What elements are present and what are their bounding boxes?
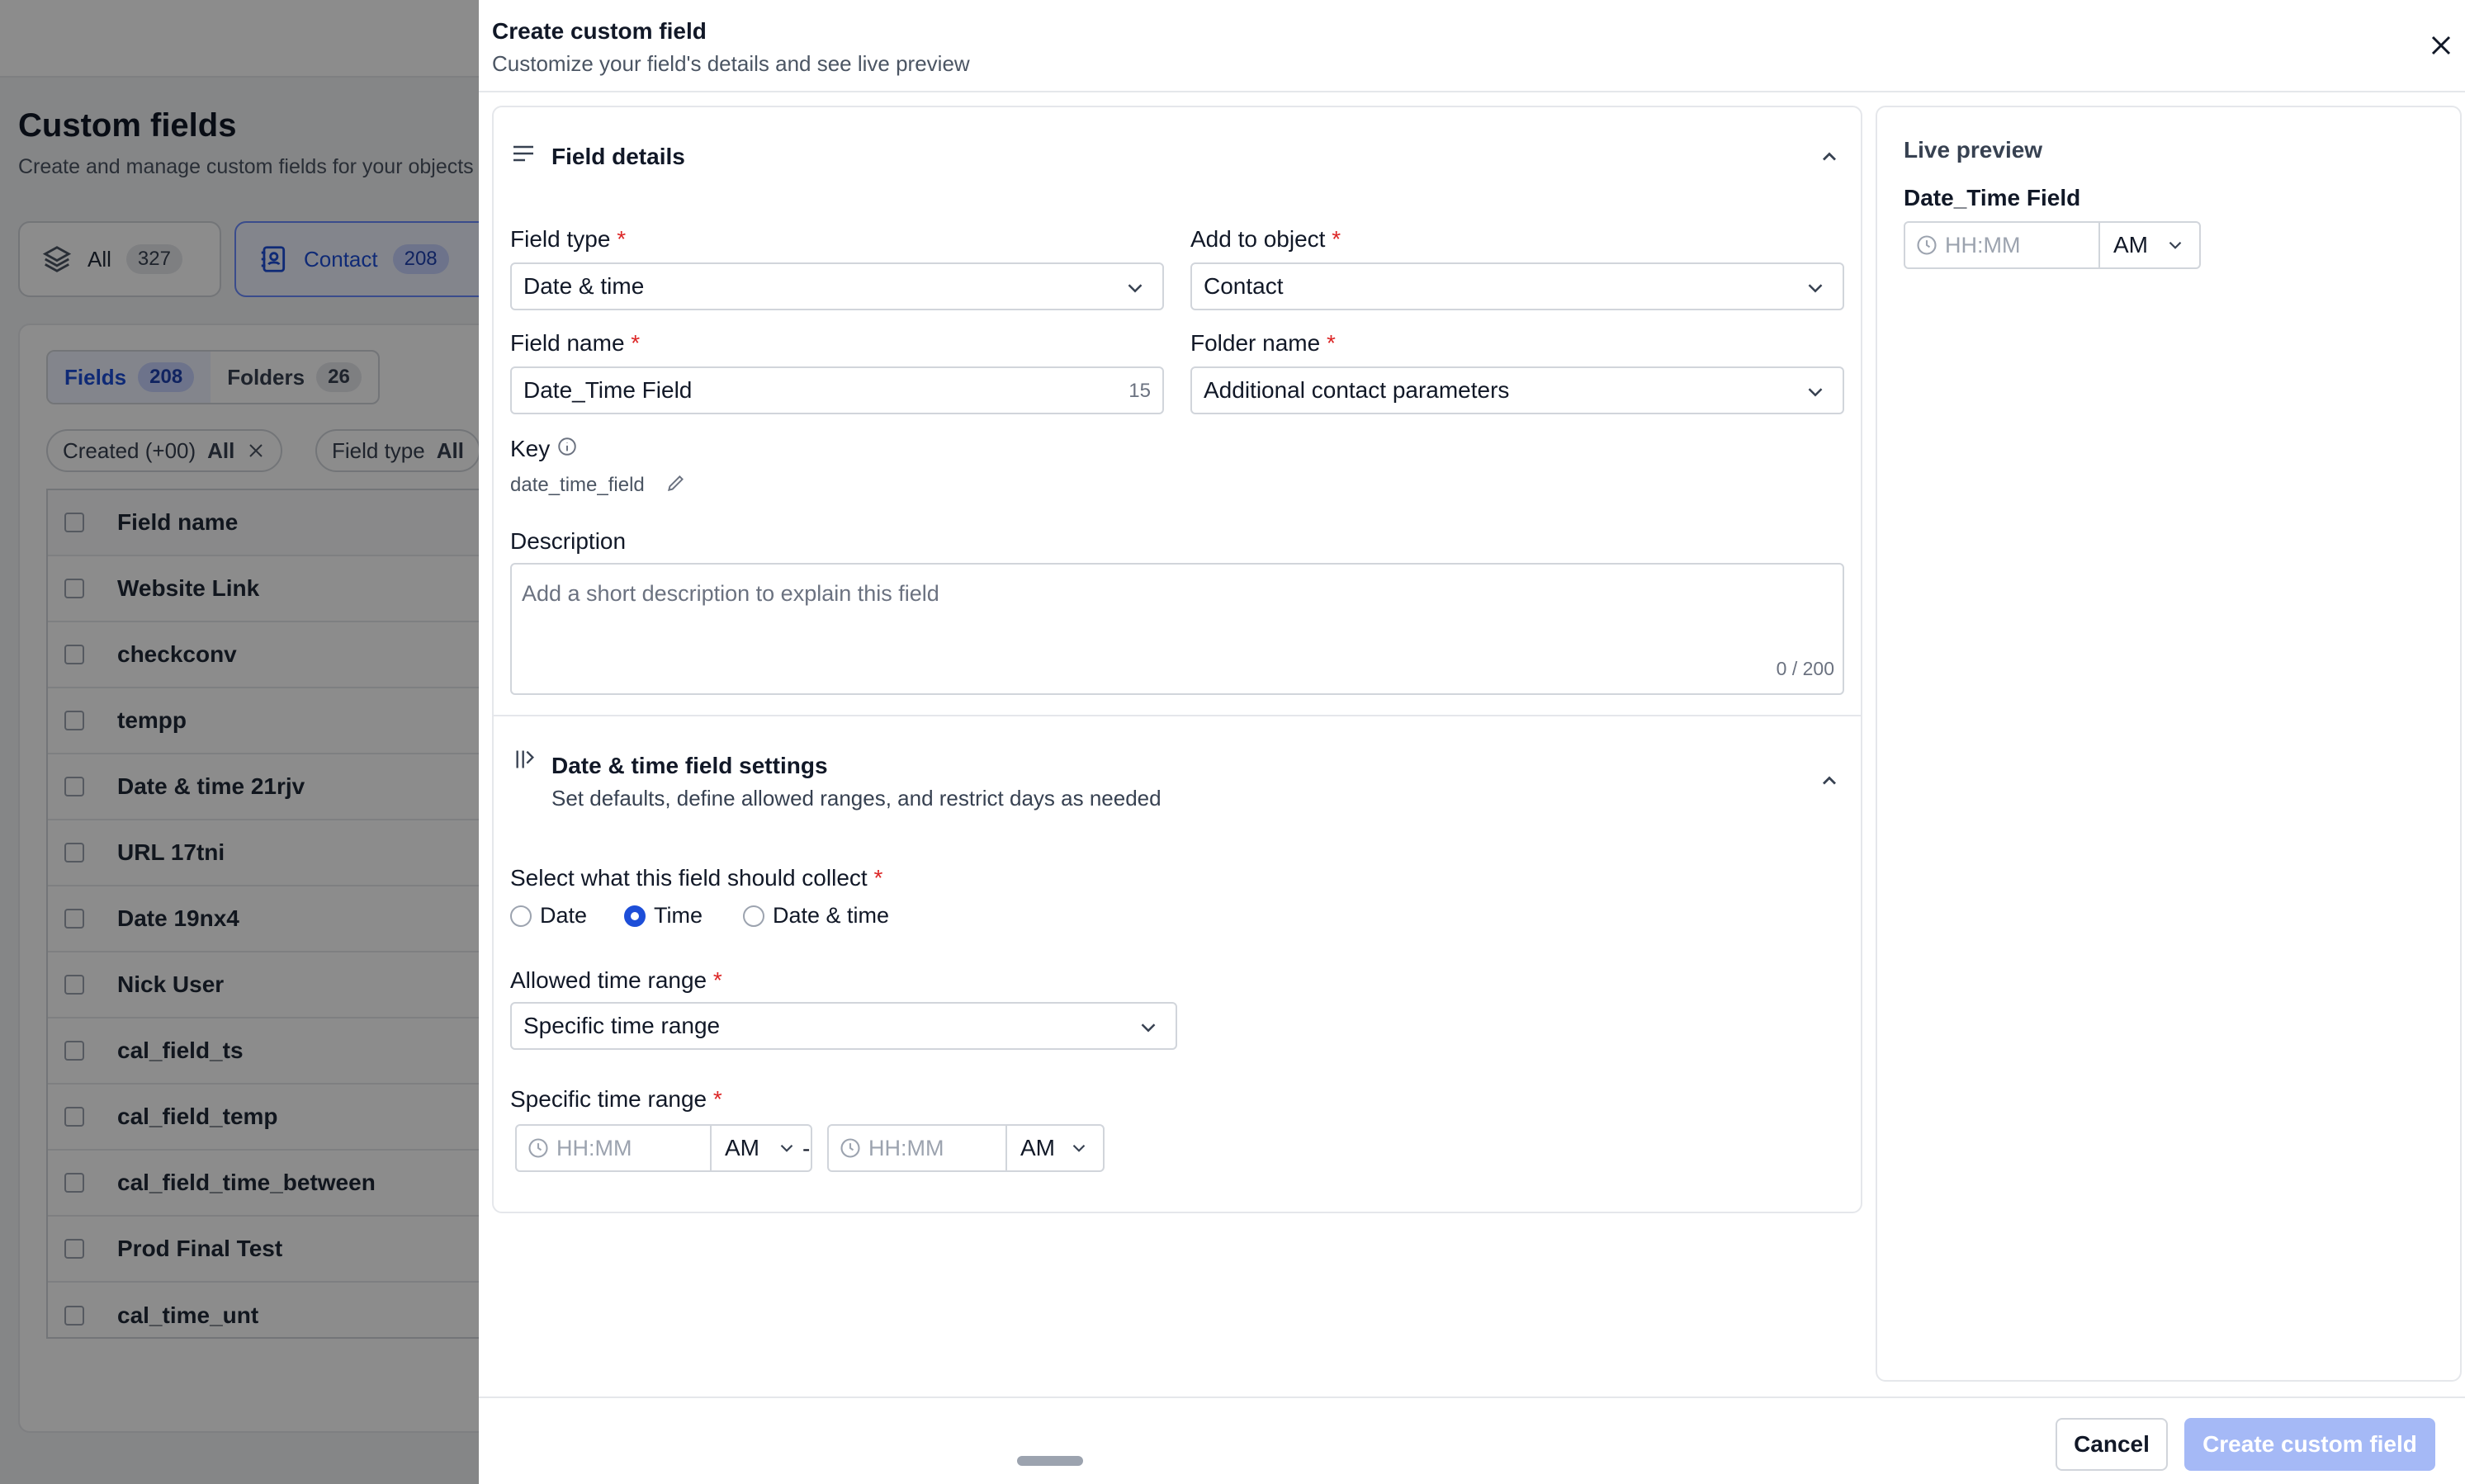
time-placeholder: HH:MM <box>1945 232 2021 258</box>
field-name-label: Field name * <box>510 330 641 356</box>
create-field-drawer: Create custom field Customize your field… <box>479 0 2465 1484</box>
field-name-input[interactable]: Date_Time Field 15 <box>510 366 1164 414</box>
description-placeholder: Add a short description to explain this … <box>522 581 939 606</box>
radio-time[interactable]: Time <box>624 903 703 929</box>
radio-label: Date <box>540 903 588 928</box>
folder-name-select[interactable]: Additional contact parameters <box>1190 366 1844 414</box>
live-preview-panel <box>1876 106 2462 1382</box>
chevron-down-icon <box>780 1144 793 1152</box>
end-ampm-select[interactable]: AM <box>1007 1126 1103 1170</box>
preview-ampm-select[interactable]: AM <box>2100 223 2199 267</box>
modal-backdrop[interactable] <box>0 0 479 1484</box>
radio-button[interactable] <box>743 905 764 927</box>
add-to-object-value: Contact <box>1204 273 1284 299</box>
radio-date[interactable]: Date <box>510 903 587 929</box>
folder-name-value: Additional contact parameters <box>1204 377 1510 403</box>
description-textarea[interactable]: Add a short description to explain this … <box>510 563 1844 695</box>
character-count: 15 <box>1128 380 1151 402</box>
live-preview-heading: Live preview <box>1904 137 2043 163</box>
allowed-range-value: Specific time range <box>523 1013 721 1038</box>
preview-time-input[interactable]: HH:MM <box>1905 223 2100 267</box>
text-lines-icon <box>513 145 533 162</box>
range-separator: - <box>802 1136 811 1161</box>
close-icon[interactable] <box>2429 33 2453 58</box>
radio-label: Date & time <box>773 903 890 928</box>
ampm-value: AM <box>2113 232 2148 258</box>
chevron-down-icon <box>1808 284 1823 293</box>
clock-icon <box>1917 235 1937 255</box>
header-divider <box>479 91 2465 92</box>
ampm-value: AM <box>1020 1135 1055 1160</box>
allowed-range-label: Allowed time range * <box>510 967 722 993</box>
add-to-object-label: Add to object * <box>1190 226 1341 252</box>
clock-icon <box>840 1138 860 1158</box>
description-label: Description <box>510 528 627 554</box>
chevron-up-icon[interactable] <box>1818 769 1841 792</box>
info-icon[interactable] <box>556 436 578 457</box>
folder-name-label: Folder name * <box>1190 330 1336 356</box>
settings-heading: Date & time field settings <box>551 753 828 778</box>
settings-subheading: Set defaults, define allowed ranges, and… <box>551 786 1162 811</box>
chevron-down-icon <box>2169 241 2182 249</box>
radio-date-and-time[interactable]: Date & time <box>743 903 889 929</box>
start-ampm-select[interactable]: AM <box>712 1126 811 1170</box>
ampm-value: AM <box>725 1135 759 1160</box>
field-type-select[interactable]: Date & time <box>510 262 1164 310</box>
chevron-down-icon <box>1141 1023 1156 1033</box>
end-time-picker[interactable]: HH:MM AM <box>827 1124 1105 1172</box>
collect-label: Select what this field should collect * <box>510 865 883 891</box>
chevron-down-icon <box>1808 388 1823 397</box>
drawer-subtitle: Customize your field's details and see l… <box>492 51 970 76</box>
time-placeholder: HH:MM <box>556 1135 632 1160</box>
chevron-down-icon <box>1128 284 1143 293</box>
key-label: Key <box>510 436 551 461</box>
add-to-object-select[interactable]: Contact <box>1190 262 1844 310</box>
preview-time-picker[interactable]: HH:MM AM <box>1904 221 2201 269</box>
resize-handle[interactable] <box>1017 1456 1083 1466</box>
end-time-input[interactable]: HH:MM <box>829 1126 1007 1170</box>
create-custom-field-button[interactable]: Create custom field <box>2184 1418 2435 1471</box>
field-name-value: Date_Time Field <box>523 377 693 403</box>
specific-range-label: Specific time range * <box>510 1086 722 1112</box>
radio-label: Time <box>654 903 703 928</box>
field-type-label: Field type * <box>510 226 627 252</box>
section-divider <box>494 715 1861 716</box>
character-count: 0 / 200 <box>1776 658 1834 679</box>
preview-field-label: Date_Time Field <box>1904 185 2081 210</box>
radio-button[interactable] <box>624 905 646 927</box>
start-time-picker[interactable]: HH:MM AM <box>515 1124 812 1172</box>
pencil-icon[interactable] <box>665 472 687 494</box>
field-details-heading: Field details <box>551 144 685 169</box>
footer-divider <box>479 1397 2465 1398</box>
drawer-title: Create custom field <box>492 18 707 44</box>
clock-icon <box>528 1138 548 1158</box>
settings-sliders-icon <box>516 750 534 768</box>
cancel-button[interactable]: Cancel <box>2056 1418 2168 1471</box>
time-placeholder: HH:MM <box>868 1135 944 1160</box>
start-time-input[interactable]: HH:MM <box>517 1126 712 1170</box>
chevron-up-icon[interactable] <box>1818 145 1841 168</box>
allowed-range-select[interactable]: Specific time range <box>510 1002 1177 1050</box>
field-type-value: Date & time <box>523 273 645 299</box>
chevron-down-icon <box>1072 1144 1086 1152</box>
key-value: date_time_field <box>510 474 645 496</box>
radio-button[interactable] <box>510 905 532 927</box>
